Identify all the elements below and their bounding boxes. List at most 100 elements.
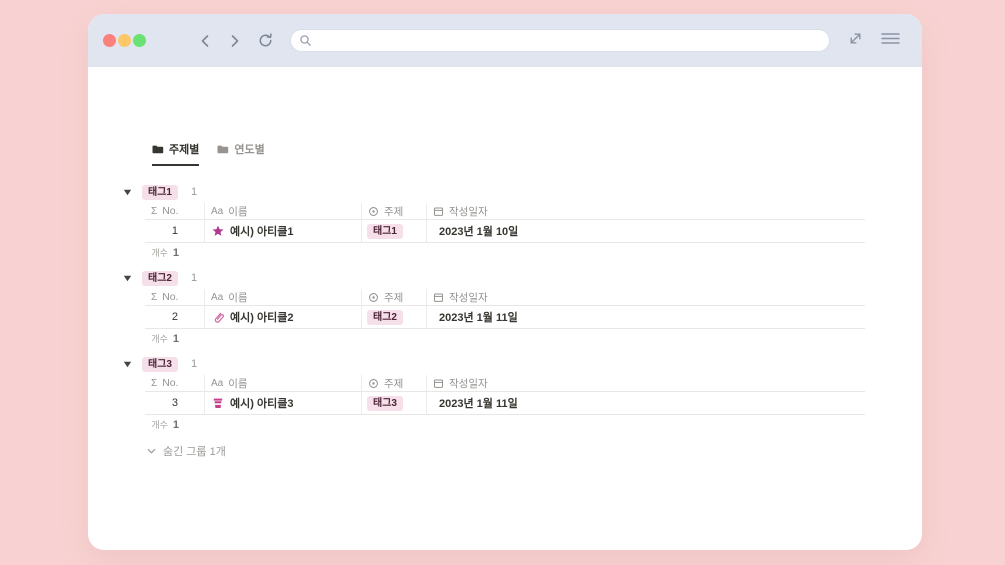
browser-window: 주제별 연도별 태그1 1 Σ No. Aa 이름 주제 작성일자 1 예시) … xyxy=(88,14,922,550)
address-search-bar[interactable] xyxy=(291,30,829,51)
group-collapse-toggle[interactable] xyxy=(122,273,133,284)
column-label: No. xyxy=(162,377,179,389)
column-header-name[interactable]: Aa 이름 xyxy=(205,289,362,305)
tab-label: 연도별 xyxy=(234,144,265,156)
column-label: 작성일자 xyxy=(449,291,488,304)
column-header-no[interactable]: Σ No. xyxy=(145,203,205,219)
search-input[interactable] xyxy=(317,34,821,47)
tab-label: 주제별 xyxy=(169,144,200,156)
group-tag-badge[interactable]: 태그2 xyxy=(142,270,178,286)
cell-topic[interactable]: 태그3 xyxy=(362,392,427,414)
cell-date[interactable]: 2023년 1월 10일 xyxy=(427,220,865,242)
column-header-row: Σ No. Aa 이름 주제 작성일자 xyxy=(145,289,865,306)
calc-value: 1 xyxy=(172,333,179,345)
column-header-date[interactable]: 작성일자 xyxy=(427,289,865,305)
hidden-groups-toggle[interactable]: 숨긴 그룹 1개 xyxy=(146,443,865,459)
browser-titlebar xyxy=(88,14,922,67)
column-header-topic[interactable]: 주제 xyxy=(362,375,427,391)
calc-row: 개수 1 xyxy=(145,329,865,347)
tab-by-year[interactable]: 연도별 xyxy=(217,141,265,166)
calc-value: 1 xyxy=(172,419,179,431)
sigma-icon: Σ xyxy=(151,291,158,303)
calc-count[interactable]: 개수 1 xyxy=(145,246,205,261)
tag-badge: 태그3 xyxy=(367,395,403,411)
column-label: 작성일자 xyxy=(449,205,488,218)
cell-name[interactable]: 예시) 아티클3 xyxy=(205,392,362,414)
table-row: 3 예시) 아티클3 태그3 2023년 1월 11일 xyxy=(145,392,865,415)
text-icon: Aa xyxy=(211,291,224,303)
zoom-button[interactable] xyxy=(133,34,146,47)
column-header-no[interactable]: Σ No. xyxy=(145,375,205,391)
calc-value: 1 xyxy=(172,247,179,259)
column-header-name[interactable]: Aa 이름 xyxy=(205,375,362,391)
hidden-groups-label: 숨긴 그룹 1개 xyxy=(163,446,226,458)
column-label: 주제 xyxy=(384,377,404,390)
cell-name[interactable]: 예시) 아티클2 xyxy=(205,306,362,328)
group-collapse-toggle[interactable] xyxy=(122,359,133,370)
column-header-name[interactable]: Aa 이름 xyxy=(205,203,362,219)
group-tag-badge[interactable]: 태그1 xyxy=(142,184,178,200)
sigma-icon: Σ xyxy=(151,377,158,389)
group-collapse-toggle[interactable] xyxy=(122,187,133,198)
group-header: 태그2 1 xyxy=(122,270,865,286)
column-label: 주제 xyxy=(384,205,404,218)
table-row: 1 예시) 아티클1 태그1 2023년 1월 10일 xyxy=(145,220,865,243)
view-tabs: 주제별 연도별 xyxy=(152,141,865,166)
column-label: 이름 xyxy=(228,291,248,304)
chevron-left-icon xyxy=(201,34,209,47)
back-button[interactable] xyxy=(198,33,213,49)
calc-row: 개수 1 xyxy=(145,243,865,261)
tab-by-topic[interactable]: 주제별 xyxy=(152,141,200,166)
select-icon xyxy=(369,378,378,388)
menu-button[interactable] xyxy=(881,31,900,51)
table-row: 2 예시) 아티클2 태그2 2023년 1월 11일 xyxy=(145,306,865,329)
reload-icon xyxy=(259,33,272,47)
minimize-button[interactable] xyxy=(118,34,131,47)
column-label: No. xyxy=(162,205,179,217)
column-header-date[interactable]: 작성일자 xyxy=(427,375,865,391)
cell-topic[interactable]: 태그2 xyxy=(362,306,427,328)
calc-row: 개수 1 xyxy=(145,415,865,433)
calc-label: 개수 xyxy=(151,248,168,258)
titlebar-right-icons xyxy=(847,30,900,52)
calc-label: 개수 xyxy=(151,334,168,344)
triangle-down-icon xyxy=(123,275,132,281)
calc-label: 개수 xyxy=(151,420,168,430)
cell-no[interactable]: 3 xyxy=(145,392,205,414)
cell-topic[interactable]: 태그1 xyxy=(362,220,427,242)
forward-button[interactable] xyxy=(227,33,242,49)
calendar-icon xyxy=(433,379,444,388)
cell-date[interactable]: 2023년 1월 11일 xyxy=(427,392,865,414)
page-content: 주제별 연도별 태그1 1 Σ No. Aa 이름 주제 작성일자 1 예시) … xyxy=(88,141,922,459)
cup-icon xyxy=(213,398,223,408)
cell-name[interactable]: 예시) 아티클1 xyxy=(205,220,362,242)
star-icon xyxy=(212,225,224,236)
column-header-date[interactable]: 작성일자 xyxy=(427,203,865,219)
column-header-no[interactable]: Σ No. xyxy=(145,289,205,305)
table-group: 태그1 1 Σ No. Aa 이름 주제 작성일자 1 예시) 아티클1 태그1… xyxy=(123,184,865,261)
group-count: 1 xyxy=(190,186,198,198)
group-header: 태그1 1 xyxy=(122,184,865,200)
triangle-down-icon xyxy=(123,361,132,367)
cell-no[interactable]: 1 xyxy=(145,220,205,242)
cell-no[interactable]: 2 xyxy=(145,306,205,328)
calc-count[interactable]: 개수 1 xyxy=(145,332,205,347)
cell-date[interactable]: 2023년 1월 11일 xyxy=(427,306,865,328)
select-icon xyxy=(369,292,378,302)
folder-icon xyxy=(217,145,229,154)
expand-button[interactable] xyxy=(847,30,864,52)
tag-badge: 태그1 xyxy=(367,223,403,239)
sigma-icon: Σ xyxy=(151,205,158,217)
column-label: 작성일자 xyxy=(449,377,488,390)
column-header-topic[interactable]: 주제 xyxy=(362,289,427,305)
select-icon xyxy=(369,206,378,216)
paperclip-icon xyxy=(214,312,224,323)
close-button[interactable] xyxy=(103,34,116,47)
hamburger-icon xyxy=(881,32,900,44)
tag-badge: 태그2 xyxy=(367,309,403,325)
calc-count[interactable]: 개수 1 xyxy=(145,418,205,433)
folder-icon xyxy=(152,145,164,154)
reload-button[interactable] xyxy=(256,31,275,50)
column-header-topic[interactable]: 주제 xyxy=(362,203,427,219)
group-tag-badge[interactable]: 태그3 xyxy=(142,356,178,372)
